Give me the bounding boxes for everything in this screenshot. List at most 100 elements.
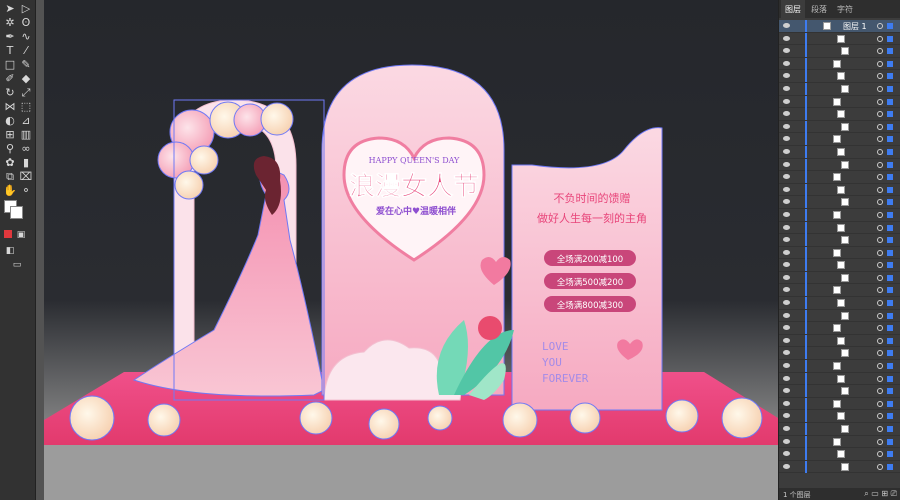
layer-row[interactable] <box>779 334 900 348</box>
target-icon[interactable] <box>877 249 883 256</box>
eye-icon[interactable] <box>783 413 790 419</box>
target-icon[interactable] <box>877 312 883 319</box>
stroke-swatch[interactable] <box>10 206 23 219</box>
magic-wand-tool-icon[interactable]: ✲ <box>3 16 17 30</box>
layer-row[interactable] <box>779 271 900 285</box>
eye-icon[interactable] <box>783 325 790 331</box>
selection-indicator-icon[interactable] <box>887 136 893 143</box>
selection-indicator-icon[interactable] <box>887 174 893 181</box>
layer-row[interactable] <box>779 133 900 146</box>
eye-icon[interactable] <box>783 451 790 457</box>
layer-row[interactable] <box>779 284 900 298</box>
target-icon[interactable] <box>877 400 883 407</box>
layer-actions-icons[interactable]: ⌕ ▭ ⊞ ⎚ <box>864 489 897 499</box>
gradient-swatch-icon[interactable]: ▣ <box>14 228 28 242</box>
layer-row[interactable] <box>779 234 900 247</box>
target-icon[interactable] <box>877 237 883 244</box>
eye-icon[interactable] <box>783 262 790 268</box>
layer-row[interactable] <box>779 297 900 310</box>
target-icon[interactable] <box>877 388 883 395</box>
eye-icon[interactable] <box>783 237 790 243</box>
eye-icon[interactable] <box>783 337 790 343</box>
eye-icon[interactable] <box>783 35 790 41</box>
selection-indicator-icon[interactable] <box>887 287 893 294</box>
selection-indicator-icon[interactable] <box>887 388 893 395</box>
slice-tool-icon[interactable]: ⌧ <box>19 170 33 184</box>
selection-indicator-icon[interactable] <box>887 161 893 168</box>
layer-row[interactable] <box>779 32 900 46</box>
selection-indicator-icon[interactable] <box>887 148 893 155</box>
target-icon[interactable] <box>877 123 883 130</box>
none-swatch-icon[interactable] <box>4 230 12 238</box>
pen-tool-icon[interactable]: ✒ <box>3 30 17 44</box>
target-icon[interactable] <box>877 85 883 92</box>
target-icon[interactable] <box>877 325 883 332</box>
eye-icon[interactable] <box>783 48 790 54</box>
selection-indicator-icon[interactable] <box>887 111 893 118</box>
target-icon[interactable] <box>877 451 883 458</box>
eye-icon[interactable] <box>783 388 790 394</box>
selection-indicator-icon[interactable] <box>887 363 893 370</box>
rotate-tool-icon[interactable]: ↻ <box>3 86 17 100</box>
selection-indicator-icon[interactable] <box>887 350 893 357</box>
target-icon[interactable] <box>877 438 883 445</box>
screen-mode-icon[interactable]: ▭ <box>10 258 24 272</box>
mesh-tool-icon[interactable]: ⊞ <box>3 128 17 142</box>
eye-icon[interactable] <box>783 224 790 230</box>
layer-row[interactable] <box>779 158 900 172</box>
selection-indicator-icon[interactable] <box>887 237 893 244</box>
layer-row[interactable] <box>779 360 900 373</box>
layer-row[interactable] <box>779 208 900 222</box>
eye-icon[interactable] <box>783 211 790 217</box>
selection-indicator-icon[interactable] <box>887 249 893 256</box>
layer-row[interactable] <box>779 423 900 436</box>
selection-indicator-icon[interactable] <box>887 325 893 332</box>
tab-layers[interactable]: 图层 <box>781 0 805 18</box>
eye-icon[interactable] <box>783 186 790 192</box>
selection-indicator-icon[interactable] <box>887 48 893 55</box>
target-icon[interactable] <box>877 413 883 420</box>
target-icon[interactable] <box>877 174 883 181</box>
layer-row[interactable] <box>779 95 900 109</box>
target-icon[interactable] <box>877 224 883 231</box>
selection-indicator-icon[interactable] <box>887 413 893 420</box>
eye-icon[interactable] <box>783 98 790 104</box>
layer-row[interactable] <box>779 372 900 386</box>
target-icon[interactable] <box>877 363 883 370</box>
eye-icon[interactable] <box>783 350 790 356</box>
target-icon[interactable] <box>877 262 883 269</box>
layer-row[interactable] <box>779 448 900 461</box>
blend-tool-icon[interactable]: ∞ <box>19 142 33 156</box>
layer-row[interactable] <box>779 460 900 474</box>
target-icon[interactable] <box>877 463 883 470</box>
layer-name[interactable]: 图层 1 <box>843 21 867 32</box>
layer-row[interactable] <box>779 259 900 272</box>
eye-icon[interactable] <box>783 60 790 66</box>
selection-indicator-icon[interactable] <box>887 23 893 29</box>
target-icon[interactable] <box>877 199 883 206</box>
target-icon[interactable] <box>877 48 883 55</box>
selection-indicator-icon[interactable] <box>887 224 893 231</box>
layer-row[interactable] <box>779 435 900 449</box>
eye-icon[interactable] <box>783 300 790 306</box>
target-icon[interactable] <box>877 136 883 143</box>
selection-indicator-icon[interactable] <box>887 186 893 193</box>
eye-icon[interactable] <box>783 274 790 280</box>
layer-row[interactable] <box>779 120 900 134</box>
symbol-sprayer-tool-icon[interactable]: ✿ <box>3 156 17 170</box>
layer-row[interactable]: 图层 1 <box>779 20 900 33</box>
eyedropper-tool-icon[interactable]: ⚲ <box>3 142 17 156</box>
eye-icon[interactable] <box>783 249 790 255</box>
eye-icon[interactable] <box>783 161 790 167</box>
layer-row[interactable] <box>779 385 900 398</box>
eye-icon[interactable] <box>783 375 790 381</box>
target-icon[interactable] <box>877 111 883 118</box>
eye-icon[interactable] <box>783 287 790 293</box>
target-icon[interactable] <box>877 287 883 294</box>
perspective-tool-icon[interactable]: ⊿ <box>19 114 33 128</box>
selection-indicator-icon[interactable] <box>887 463 893 470</box>
shape-builder-tool-icon[interactable]: ◐ <box>3 114 17 128</box>
graph-tool-icon[interactable]: ▮ <box>19 156 33 170</box>
eye-icon[interactable] <box>783 438 790 444</box>
selection-indicator-icon[interactable] <box>887 60 893 67</box>
